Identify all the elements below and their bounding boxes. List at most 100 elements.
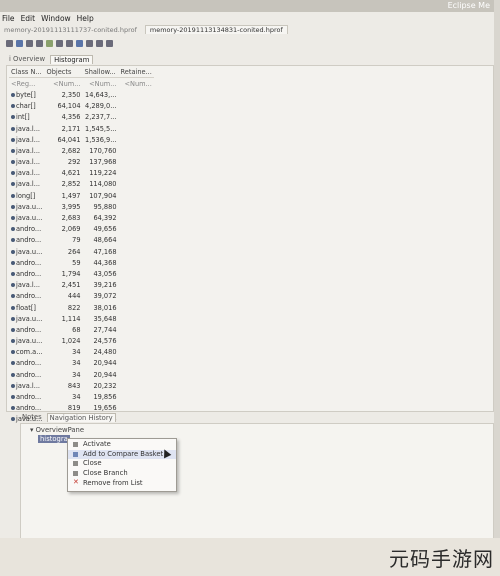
table-row[interactable]: java.u... 264 47,168 [9,246,154,257]
menu-item-close[interactable]: Close [68,459,176,469]
query-icon[interactable] [56,39,63,47]
table-row[interactable]: andro... 68 27,744 [9,324,154,335]
class-name-text: java.l... [16,158,41,167]
table-row[interactable]: java.u... 1,024 24,576 [9,336,154,347]
column-shallow-heap[interactable]: Shallow... [82,66,119,79]
retained-heap-cell [119,268,154,279]
class-name-cell: java.u... [9,201,45,212]
objects-filter-input[interactable]: <Num... [45,78,83,90]
menu-help[interactable]: Help [77,14,94,23]
table-row[interactable]: java.u... 1,114 35,648 [9,313,154,324]
table-row[interactable]: char[] 64,104 4,289,0... [9,101,154,112]
table-row[interactable]: java.u... 3,995 95,880 [9,201,154,212]
tab-histogram[interactable]: Histogram [50,54,94,64]
class-icon [11,294,15,299]
histogram-icon[interactable] [16,39,23,47]
objects-cell: 68 [72,325,81,334]
table-row[interactable]: andro... 2,069 49,656 [9,224,154,235]
shallow-heap-cell: 14,643,... [85,90,117,99]
calculator-icon[interactable] [76,39,83,47]
column-retained-heap[interactable]: Retaine... [118,66,154,79]
filter-row: <Reg... <Num... <Num... <Num... [9,78,154,90]
table-row[interactable]: java.u... 2,683 64,392 [9,212,154,223]
table-row[interactable]: com.a... 34 24,480 [9,347,154,358]
class-name-cell: java.l... [9,168,45,179]
tab-notes[interactable]: Notes [20,413,44,421]
shallow-filter-input[interactable]: <Num... [83,78,119,90]
menu-icon[interactable] [106,39,113,47]
menu-item-close-branch[interactable]: Close Branch [68,469,176,479]
shallow-heap-cell: 114,080 [89,180,117,189]
editor-tab-second-dump[interactable]: memory-20191113134831-conited.hprof [144,25,288,34]
class-name-cell: java.l... [9,380,45,391]
menu-item-activate[interactable]: Activate [68,440,176,450]
objects-cell: 2,069 [61,225,81,234]
retained-heap-cell [119,224,154,235]
shallow-heap-cell: 2,237,7... [85,113,117,122]
table-row[interactable]: float[] 822 38,016 [9,302,154,313]
objects-cell: 843 [67,381,81,390]
table-row[interactable]: java.l... 2,852 114,080 [9,179,154,190]
class-name-cell: java.l... [9,157,45,168]
search-icon[interactable] [96,39,103,47]
class-name-cell: java.l... [9,123,45,134]
menu-item-remove-from-list[interactable]: ✕ Remove from List [68,479,176,489]
table-row[interactable]: andro... 444 39,072 [9,291,154,302]
table-row[interactable]: java.l... 292 137,968 [9,157,154,168]
group-icon[interactable] [66,39,73,47]
class-name-text: float[] [16,303,36,312]
table-row[interactable]: andro... 1,794 43,056 [9,268,154,279]
tree-item-histogram[interactable]: histogra [38,435,70,443]
shallow-heap-cell: 107,904 [89,191,117,200]
class-name-cell: com.a... [9,347,45,358]
toolbar [6,37,113,49]
shallow-heap-cell: 24,480 [93,348,117,357]
objects-cell: 1,114 [61,314,81,323]
export-icon[interactable] [86,39,93,47]
class-name-text: andro... [16,225,42,234]
shallow-heap-cell: 44,368 [93,258,117,267]
column-class-name[interactable]: Class N... [9,66,45,79]
table-row[interactable]: byte[] 2,350 14,643,... [9,89,154,100]
sql-icon[interactable] [36,39,43,47]
class-name-cell: andro... [9,324,45,335]
tab-navigation-history[interactable]: Navigation History [46,412,116,422]
table-row[interactable]: andro... 34 19,856 [9,391,154,402]
overview-icon[interactable] [6,39,13,47]
table-row[interactable]: java.l... 2,171 1,545,5... [9,123,154,134]
window-title: Eclipse Me [447,1,490,10]
table-row[interactable]: java.l... 64,041 1,536,9... [9,134,154,145]
table-row[interactable]: andro... 34 20,944 [9,369,154,380]
table-row[interactable]: java.l... 843 20,232 [9,380,154,391]
run-icon[interactable] [46,39,53,47]
objects-cell: 2,350 [61,90,81,99]
dominator-icon[interactable] [26,39,33,47]
table-row[interactable]: java.l... 2,682 170,760 [9,145,154,156]
class-filter-input[interactable]: <Reg... [9,78,45,90]
table-row[interactable]: java.l... 4,621 119,224 [9,168,154,179]
class-icon [11,193,15,198]
table-row[interactable]: java.l... 2,451 39,216 [9,280,154,291]
retained-heap-cell [119,257,154,268]
retained-filter-input[interactable]: <Num... [119,78,154,90]
table-row[interactable]: andro... 34 20,944 [9,358,154,369]
retained-heap-cell [119,246,154,257]
table-row[interactable]: andro... 79 48,664 [9,235,154,246]
tree-item-overview-pane[interactable]: ▾ OverviewPane [30,426,84,434]
menu-window[interactable]: Window [41,14,71,23]
tab-overview[interactable]: i Overview [6,55,48,63]
class-icon [11,204,15,209]
table-row[interactable]: andro... 59 44,368 [9,257,154,268]
editor-tab-first-dump[interactable]: memory-20191113111737-conited.hprof [4,26,137,34]
table-row[interactable]: long[] 1,497 107,904 [9,190,154,201]
retained-heap-cell [119,123,154,134]
menu-edit[interactable]: Edit [21,14,36,23]
class-name-cell: java.u... [9,212,45,223]
objects-cell: 2,171 [61,124,81,133]
table-row[interactable]: int[] 4,356 2,237,7... [9,112,154,123]
close-branch-icon [73,470,78,476]
class-icon [11,350,15,355]
menu-file[interactable]: File [2,14,15,23]
shallow-heap-cell: 38,016 [93,303,117,312]
column-objects[interactable]: Objects [44,66,83,79]
